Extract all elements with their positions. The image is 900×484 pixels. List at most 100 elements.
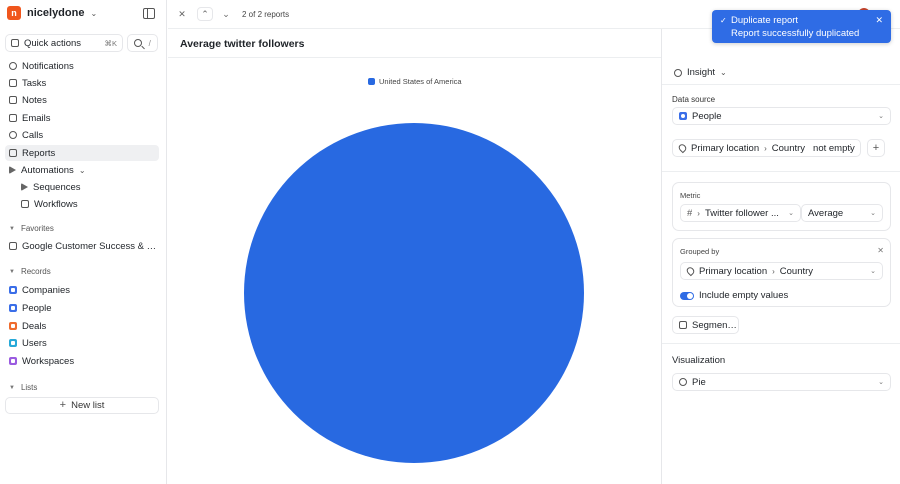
close-icon: ✕ (178, 8, 186, 19)
more-icon[interactable]: ⋮ (847, 143, 854, 151)
sidebar-item-emails[interactable]: Emails (5, 110, 159, 126)
plus-icon: + (59, 399, 67, 411)
divider (662, 171, 900, 172)
sidebar-toggle-icon[interactable] (143, 8, 155, 19)
include-empty-toggle[interactable] (680, 291, 694, 300)
filter-subfield: Country (771, 142, 806, 154)
grouped-by-card: Grouped by ✕ Primary location › Country … (672, 238, 891, 307)
chevron-down-icon: ⌄ (720, 68, 727, 77)
chevron-down-icon: ⌄ (222, 8, 230, 19)
sidebar-item-workspaces[interactable]: Workspaces (5, 353, 159, 369)
sidebar-item-workflows[interactable]: Workflows (17, 196, 159, 212)
metric-card: Metric # › Twitter follower ... ⌄ Averag… (672, 182, 891, 231)
chevron-right-icon: › (772, 266, 775, 276)
section-label: Records (20, 267, 51, 276)
add-filter-button[interactable]: + (867, 139, 885, 157)
sidebar-item-label: Automations (21, 164, 74, 176)
sidebar-item-deals[interactable]: Deals (5, 318, 159, 334)
chevron-down-icon: ⌄ (78, 165, 86, 175)
section-favorites[interactable]: ▼ Favorites (9, 224, 54, 233)
sidebar-item-companies[interactable]: Companies (5, 282, 159, 298)
chevron-down-icon: ⌄ (870, 210, 876, 217)
visualization-value: Pie (692, 376, 706, 388)
phone-icon (9, 131, 17, 139)
chevron-right-icon: › (697, 208, 700, 218)
metric-label: Metric (680, 191, 701, 200)
location-pin-icon (685, 265, 696, 277)
metric-aggregation-select[interactable]: Average ⌄ (801, 204, 883, 222)
chevron-down-icon: ⌄ (788, 210, 794, 217)
sidebar-item-sequences[interactable]: Sequences (17, 179, 159, 195)
sidebar-item-label: Tasks (22, 77, 47, 89)
sidebar-item-favorite[interactable]: Google Customer Success & P... (5, 238, 159, 254)
group-field-select[interactable]: Primary location › Country ⌄ (680, 262, 883, 280)
search-icon (134, 39, 143, 47)
chevron-down-icon: ⌄ (870, 268, 876, 275)
sidebar-item-people[interactable]: People (5, 300, 159, 316)
segment-by-button[interactable]: Segment by (672, 316, 739, 334)
sidebar-item-tasks[interactable]: Tasks (5, 75, 159, 91)
search-button[interactable]: / (127, 34, 158, 52)
location-pin-icon (677, 142, 688, 154)
chevron-down-icon: ▼ (9, 268, 15, 275)
search-shortcut: / (148, 38, 151, 48)
insight-selector[interactable]: Insight ⌄ (674, 67, 727, 78)
sidebar-item-label: Sequences (33, 181, 81, 193)
close-report-button[interactable]: ✕ (174, 7, 190, 21)
chevron-down-icon: ▼ (9, 384, 15, 391)
close-icon[interactable]: ✕ (875, 15, 883, 26)
pie-slice-0[interactable] (244, 123, 584, 463)
sidebar-item-label: Workspaces (22, 355, 75, 367)
page-title[interactable]: Average twitter followers (180, 38, 304, 50)
visualization-label: Visualization (672, 355, 726, 366)
pie-icon (679, 378, 687, 386)
new-list-label: New list (71, 400, 105, 411)
sidebar-item-notes[interactable]: Notes (5, 92, 159, 108)
bell-icon (9, 62, 17, 70)
quick-actions-shortcut: ⌘K (104, 39, 117, 48)
visualization-select[interactable]: Pie ⌄ (672, 373, 891, 391)
data-source-label: Data source (672, 95, 716, 104)
insight-icon (674, 68, 682, 77)
chevron-up-icon: ⌃ (201, 8, 209, 19)
sidebar-item-label: Users (22, 337, 47, 349)
previous-report-button[interactable]: ⌃ (197, 7, 213, 21)
quick-actions-button[interactable]: Quick actions ⌘K (5, 34, 123, 52)
workspace-switcher[interactable]: n nicelydone ⌄ (7, 6, 97, 20)
data-source-select[interactable]: People ⌄ (672, 107, 891, 125)
chevron-down-icon: ⌄ (878, 379, 884, 386)
section-records[interactable]: ▼ Records (9, 267, 51, 276)
sidebar-item-notifications[interactable]: Notifications (5, 58, 159, 74)
divider (662, 84, 900, 85)
metric-field-value: Twitter follower ... (704, 207, 779, 219)
settings-panel: Insight ⌄ Data source People ⌄ Primary l… (661, 29, 900, 484)
filter-chip[interactable]: Primary location › Country not empty ⋮ (672, 139, 861, 157)
mail-icon (9, 114, 17, 122)
sidebar-item-users[interactable]: Users (5, 335, 159, 351)
deals-icon (9, 322, 17, 330)
report-icon (9, 242, 17, 250)
toast-message: Report successfully duplicated (731, 28, 860, 39)
divider (662, 343, 900, 344)
check-icon: ✓ (720, 16, 727, 25)
workflow-icon (21, 200, 29, 208)
chart-area: United States of America (168, 58, 661, 484)
companies-icon (9, 286, 17, 294)
section-lists[interactable]: ▼ Lists (9, 383, 37, 392)
sidebar-item-automations[interactable]: Automations ⌄ (5, 162, 159, 178)
sidebar-item-reports[interactable]: Reports (5, 145, 159, 161)
pie-chart (244, 123, 584, 463)
close-icon[interactable]: ✕ (877, 246, 884, 255)
metric-field-select[interactable]: # › Twitter follower ... ⌄ (680, 204, 801, 222)
new-list-button[interactable]: + New list (5, 397, 159, 414)
data-source-value: People (692, 110, 722, 122)
chevron-down-icon: ⌄ (878, 113, 884, 120)
section-label: Lists (20, 383, 38, 392)
next-report-button[interactable]: ⌄ (218, 7, 234, 21)
grouped-by-label: Grouped by (680, 247, 720, 256)
sidebar-item-label: Notifications (22, 60, 74, 72)
sidebar-item-label: Companies (22, 284, 71, 296)
sidebar-item-calls[interactable]: Calls (5, 127, 159, 143)
group-field-value: Primary location (699, 265, 768, 277)
send-icon (21, 183, 28, 191)
